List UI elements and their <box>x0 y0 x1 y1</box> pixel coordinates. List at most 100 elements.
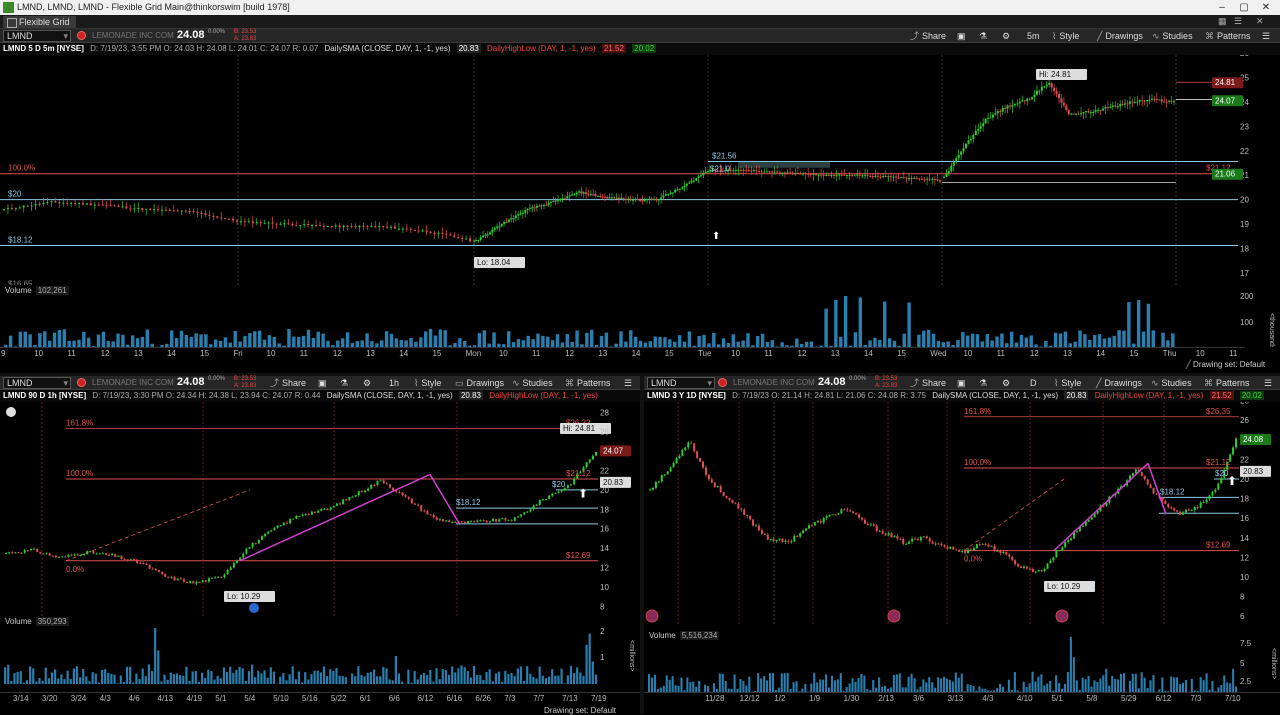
symbol-selector[interactable]: LMND▾ <box>3 30 71 42</box>
timeframe-button[interactable]: 1h <box>389 377 399 389</box>
volume-bar <box>194 333 197 347</box>
timeframe-button[interactable]: 5m <box>1027 30 1040 42</box>
price-candle <box>1100 110 1102 111</box>
flask-icon[interactable]: ⚗ <box>979 377 987 389</box>
share-button[interactable]: ⤴Share <box>270 377 306 389</box>
price-candle <box>1058 94 1060 98</box>
time-axis-tick: 3/13 <box>948 694 964 703</box>
alert-icon[interactable] <box>718 378 727 387</box>
volume-bar <box>234 331 237 347</box>
price-candle <box>323 509 325 510</box>
volume-bar <box>10 681 12 684</box>
volume-bar <box>302 336 305 347</box>
drawings-button[interactable]: ╱Drawings <box>1097 30 1143 42</box>
price-candle <box>1060 98 1062 102</box>
volume-bar <box>207 670 209 684</box>
time-axis-tick: 3/24 <box>71 694 87 703</box>
volume-bar <box>146 330 149 347</box>
panel-menu-icon[interactable]: ☰ <box>1264 377 1272 389</box>
snapshot-icon[interactable]: ▣ <box>957 377 966 389</box>
style-button[interactable]: ⌇Style <box>414 377 441 389</box>
price-candle <box>505 222 507 223</box>
timeframe-button[interactable]: D <box>1030 377 1037 389</box>
symbol-selector[interactable]: LMND▾ <box>3 377 71 389</box>
top-price-chart[interactable]: 100.0%$20$18.12$16.65$21.56$21.0$21.12Hi… <box>0 55 1280 285</box>
patterns-button[interactable]: ⌘Patterns <box>1204 377 1250 389</box>
volume-bar <box>796 681 798 692</box>
price-candle <box>589 459 591 462</box>
time-axis-tick: 6/12 <box>418 694 434 703</box>
style-button[interactable]: ⌇Style <box>1052 30 1079 42</box>
time-axis-tick: 12 <box>333 349 342 358</box>
top-alert-icon[interactable] <box>77 31 86 40</box>
volume-bar <box>940 678 942 692</box>
price-candle <box>792 173 794 174</box>
volume-bar <box>429 670 431 684</box>
volume-bar <box>176 673 178 684</box>
price-candle <box>1087 111 1089 112</box>
price-candle <box>1146 100 1148 101</box>
patterns-button[interactable]: ⌘Patterns <box>565 377 611 389</box>
drawings-button[interactable]: ╱Drawings <box>1096 377 1142 389</box>
flask-icon[interactable]: ⚗ <box>979 30 987 42</box>
time-axis-tick: 6/12 <box>1156 694 1172 703</box>
price-candle <box>367 489 369 491</box>
price-candle <box>799 174 801 175</box>
studies-button[interactable]: ∿Studies <box>1152 30 1193 42</box>
time-axis-tick: Thu <box>1163 349 1177 358</box>
price-candle <box>487 234 489 235</box>
price-candle <box>766 171 768 172</box>
price-candle <box>1194 507 1196 510</box>
volume-bar <box>1103 339 1106 347</box>
price-candle <box>958 550 960 552</box>
share-button[interactable]: ⤴Share <box>910 377 946 389</box>
price-candle <box>33 549 35 550</box>
top-drawing-set[interactable]: ╱ Drawing set: Default <box>1186 360 1265 369</box>
style-button[interactable]: ⌇Style <box>1054 377 1081 389</box>
maximize-button[interactable]: ▢ <box>1234 1 1254 14</box>
br-price-chart[interactable]: 161.8%100.0%0.0%$26.35$21.12$12.69$20$18… <box>644 402 1280 626</box>
studies-button[interactable]: ∿Studies <box>512 377 553 389</box>
price-candle <box>559 199 561 200</box>
price-candle <box>515 216 517 219</box>
patterns-button[interactable]: ⌘Patterns <box>1205 30 1251 42</box>
price-candle <box>383 480 385 483</box>
price-candle <box>920 537 922 540</box>
price-candle <box>378 226 380 227</box>
drawings-button[interactable]: ▭Drawings <box>455 377 504 389</box>
volume-bar <box>527 336 530 347</box>
volume-bar <box>1114 679 1116 692</box>
grid-layout-icon[interactable]: ▦ <box>1218 16 1227 27</box>
snapshot-icon[interactable]: ▣ <box>957 30 966 42</box>
studies-button[interactable]: ∿Studies <box>1151 377 1192 389</box>
flask-icon[interactable]: ⚗ <box>340 377 348 389</box>
volume-bar <box>434 336 437 347</box>
grid-close-icon[interactable]: ✕ <box>1256 16 1264 27</box>
gear-icon[interactable]: ⚙ <box>363 377 371 389</box>
gear-icon[interactable]: ⚙ <box>1002 30 1010 42</box>
panel-menu-icon[interactable]: ☰ <box>1262 30 1270 42</box>
price-candle <box>825 175 827 176</box>
volume-bar <box>654 675 656 692</box>
price-candle <box>157 209 159 210</box>
price-candle <box>423 511 425 512</box>
price-candle <box>1041 87 1043 91</box>
symbol-selector[interactable]: LMND▾ <box>647 377 715 389</box>
price-candle <box>955 158 957 162</box>
panel-menu-icon[interactable]: ☰ <box>624 377 632 389</box>
price-candle <box>1166 102 1168 103</box>
price-candle <box>152 569 154 570</box>
minimize-button[interactable]: – <box>1212 1 1232 14</box>
tab-flexible-grid[interactable]: Flexible Grid <box>3 16 76 28</box>
gear-icon[interactable]: ⚙ <box>1002 377 1010 389</box>
price-candle <box>78 203 80 204</box>
price-candle <box>361 491 363 492</box>
close-button[interactable]: ✕ <box>1256 1 1276 14</box>
alert-icon[interactable] <box>77 378 86 387</box>
volume-bar <box>102 332 105 347</box>
share-button[interactable]: ⤴Share <box>910 30 946 42</box>
grid-menu-icon[interactable]: ☰ <box>1234 16 1242 27</box>
bl-price-chart[interactable]: 161.8%100.0%0.0%$26.33$21.12$12.69$20$18… <box>0 402 640 616</box>
price-candle <box>576 193 578 195</box>
snapshot-icon[interactable]: ▣ <box>318 377 327 389</box>
